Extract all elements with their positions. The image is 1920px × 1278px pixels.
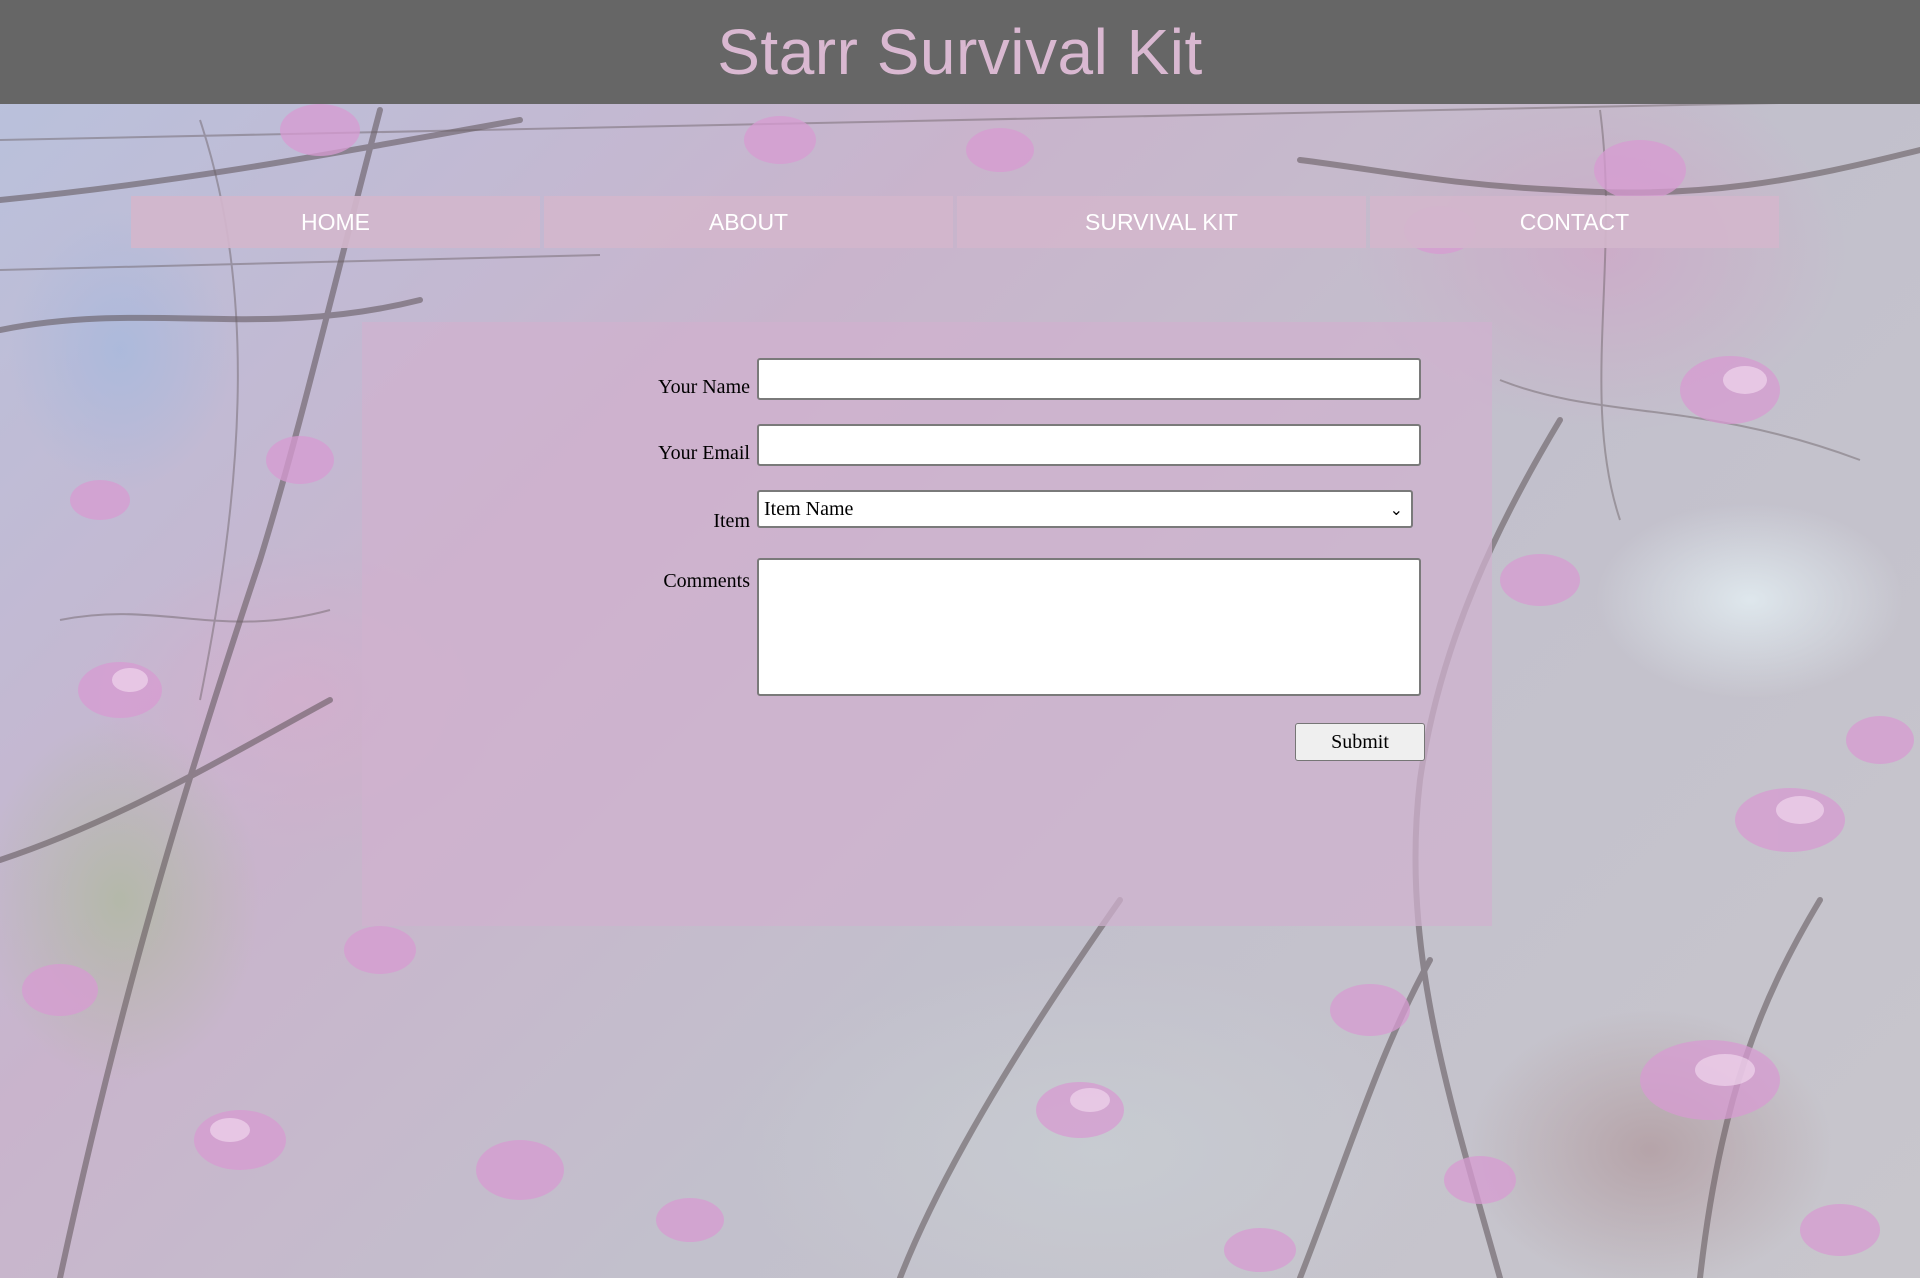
main-nav: HOME ABOUT SURVIVAL KIT CONTACT <box>131 196 1779 248</box>
site-title: Starr Survival Kit <box>717 16 1203 88</box>
comments-label: Comments <box>663 570 750 592</box>
nav-item-survival-kit[interactable]: SURVIVAL KIT <box>957 196 1366 248</box>
comments-textarea[interactable] <box>757 558 1421 696</box>
name-label: Your Name <box>658 376 750 398</box>
nav-item-home[interactable]: HOME <box>131 196 540 248</box>
name-input[interactable] <box>757 358 1421 400</box>
item-select-value: Item Name <box>764 497 854 520</box>
nav-item-contact[interactable]: CONTACT <box>1370 196 1779 248</box>
contact-form: Your Name Your Email Item Item Name ⌄ Co… <box>362 322 1492 926</box>
site-header: Starr Survival Kit <box>0 0 1920 104</box>
nav-item-about[interactable]: ABOUT <box>544 196 953 248</box>
item-label: Item <box>713 510 750 532</box>
submit-button[interactable]: Submit <box>1295 723 1425 761</box>
item-select[interactable]: Item Name ⌄ <box>757 490 1413 528</box>
chevron-down-icon: ⌄ <box>1389 500 1403 519</box>
email-input[interactable] <box>757 424 1421 466</box>
email-label: Your Email <box>658 442 750 464</box>
